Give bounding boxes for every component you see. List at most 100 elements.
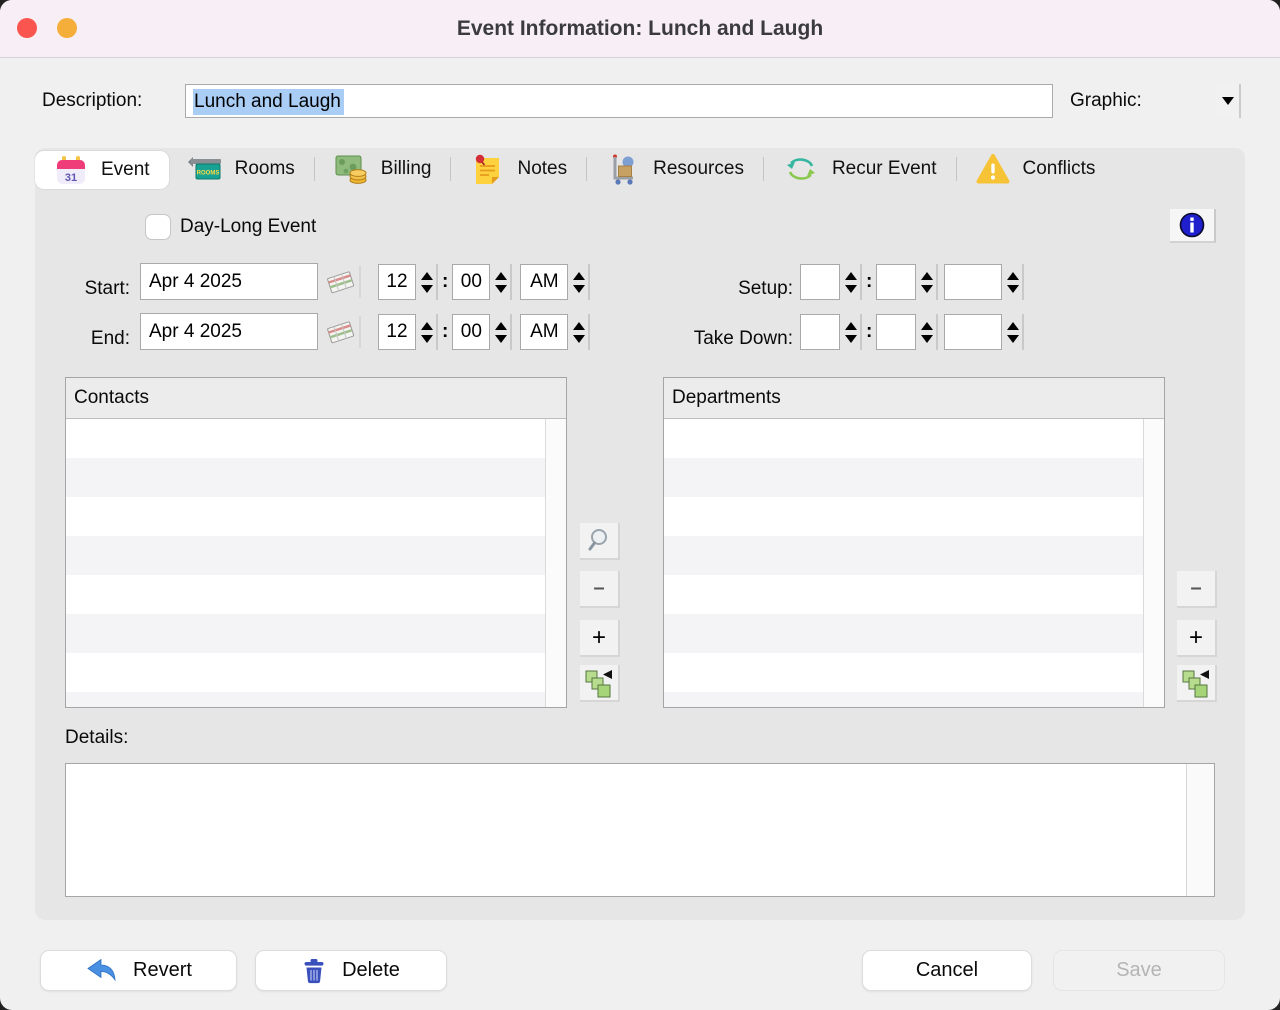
delete-button[interactable]: Delete: [255, 950, 447, 991]
tab-bar: 31 Event ROOMS Rooms: [35, 148, 1245, 190]
departments-list-body[interactable]: [664, 419, 1144, 707]
departments-scrollbar[interactable]: [1143, 419, 1164, 707]
stepper-down-icon: [845, 335, 857, 343]
tab-resources[interactable]: Resources: [587, 148, 763, 190]
start-minute-field[interactable]: 00: [452, 264, 490, 300]
revert-label: Revert: [133, 959, 192, 982]
info-button[interactable]: [1170, 209, 1216, 243]
start-minute-stepper[interactable]: [493, 264, 512, 300]
setup-hour-stepper[interactable]: [843, 264, 862, 300]
tab-recur-event[interactable]: Recur Event: [764, 148, 956, 190]
take-down-ampm-field[interactable]: [944, 314, 1002, 350]
plus-icon: +: [1189, 624, 1203, 652]
date-picker-calendar-icon: [324, 269, 356, 295]
end-label: End:: [35, 320, 130, 357]
setup-time-group: :: [800, 264, 1026, 300]
take-down-minute-field[interactable]: [876, 314, 916, 350]
tab-label: Event: [101, 159, 150, 181]
departments-add-button[interactable]: +: [1177, 620, 1217, 657]
save-button[interactable]: Save: [1053, 950, 1225, 991]
tab-notes[interactable]: Notes: [451, 148, 586, 190]
tab-label: Notes: [517, 158, 567, 180]
recur-arrows-icon: [783, 153, 819, 185]
start-ampm-stepper[interactable]: [571, 264, 590, 300]
take-down-ampm-stepper[interactable]: [1005, 314, 1024, 350]
handtruck-icon: [606, 153, 640, 185]
stepper-up-icon: [495, 322, 507, 330]
stepper-up-icon: [845, 322, 857, 330]
start-hour-field[interactable]: 12: [378, 264, 416, 300]
revert-button[interactable]: Revert: [40, 950, 237, 991]
take-down-minute-stepper[interactable]: [919, 314, 938, 350]
add-from-list-icon: [584, 668, 614, 698]
end-minute-stepper[interactable]: [493, 314, 512, 350]
tab-event[interactable]: 31 Event: [35, 151, 169, 189]
day-long-event-checkbox[interactable]: [145, 214, 171, 240]
graphic-dropdown-button[interactable]: [1216, 84, 1241, 118]
contacts-remove-button[interactable]: –: [580, 571, 620, 608]
stepper-down-icon: [573, 285, 585, 293]
chevron-down-icon: [1222, 97, 1234, 105]
stepper-up-icon: [421, 272, 433, 280]
window-title: Event Information: Lunch and Laugh: [0, 0, 1280, 57]
stepper-up-icon: [845, 272, 857, 280]
end-hour-field[interactable]: 12: [378, 314, 416, 350]
graphic-label: Graphic:: [1070, 84, 1142, 118]
departments-remove-button[interactable]: –: [1177, 571, 1217, 608]
take-down-time-group: :: [800, 314, 1026, 350]
end-minute-field[interactable]: 00: [452, 314, 490, 350]
tab-conflicts[interactable]: Conflicts: [957, 148, 1115, 190]
date-picker-calendar-icon: [324, 319, 356, 345]
description-input[interactable]: Lunch and Laugh: [185, 84, 1053, 118]
note-icon: [470, 153, 504, 185]
tab-billing[interactable]: Billing: [315, 148, 451, 190]
contacts-add-from-list-button[interactable]: [580, 665, 620, 702]
departments-add-from-list-button[interactable]: [1177, 665, 1217, 702]
time-colon: :: [442, 321, 448, 343]
take-down-label: Take Down:: [593, 320, 793, 357]
tab-label: Rooms: [235, 158, 295, 180]
contacts-add-button[interactable]: +: [580, 620, 620, 657]
stepper-up-icon: [573, 322, 585, 330]
svg-text:ROOMS: ROOMS: [196, 171, 219, 177]
setup-minute-stepper[interactable]: [919, 264, 938, 300]
stepper-up-icon: [1007, 322, 1019, 330]
title-bar: Event Information: Lunch and Laugh: [0, 0, 1280, 58]
contacts-list-body[interactable]: [66, 419, 546, 707]
stepper-down-icon: [495, 285, 507, 293]
setup-ampm-field[interactable]: [944, 264, 1002, 300]
start-date-field[interactable]: Apr 4 2025: [140, 263, 318, 300]
setup-hour-field[interactable]: [800, 264, 840, 300]
departments-list: Departments: [663, 377, 1165, 708]
add-from-list-icon: [1181, 668, 1211, 698]
setup-minute-field[interactable]: [876, 264, 916, 300]
start-hour-stepper[interactable]: [419, 264, 438, 300]
stepper-down-icon: [421, 285, 433, 293]
end-hour-stepper[interactable]: [419, 314, 438, 350]
start-date-picker-button[interactable]: [321, 266, 361, 298]
setup-ampm-stepper[interactable]: [1005, 264, 1024, 300]
contacts-list-header: Contacts: [66, 378, 566, 419]
take-down-hour-stepper[interactable]: [843, 314, 862, 350]
details-textarea[interactable]: [65, 763, 1215, 897]
start-label: Start:: [35, 270, 130, 307]
stepper-down-icon: [845, 285, 857, 293]
details-scrollbar[interactable]: [1186, 764, 1214, 896]
description-selected-text: Lunch and Laugh: [193, 89, 344, 115]
contacts-search-button[interactable]: [580, 523, 620, 560]
end-ampm-field[interactable]: AM: [520, 314, 568, 350]
time-colon: :: [866, 321, 872, 343]
tab-rooms[interactable]: ROOMS Rooms: [169, 148, 314, 190]
cancel-button[interactable]: Cancel: [862, 950, 1032, 991]
tab-label: Resources: [653, 158, 744, 180]
stepper-down-icon: [1007, 285, 1019, 293]
contacts-scrollbar[interactable]: [545, 419, 566, 707]
description-label: Description:: [42, 84, 142, 118]
stepper-up-icon: [573, 272, 585, 280]
end-date-field[interactable]: Apr 4 2025: [140, 313, 318, 350]
take-down-hour-field[interactable]: [800, 314, 840, 350]
end-ampm-stepper[interactable]: [571, 314, 590, 350]
end-date-picker-button[interactable]: [321, 316, 361, 348]
start-ampm-field[interactable]: AM: [520, 264, 568, 300]
stepper-down-icon: [1007, 335, 1019, 343]
